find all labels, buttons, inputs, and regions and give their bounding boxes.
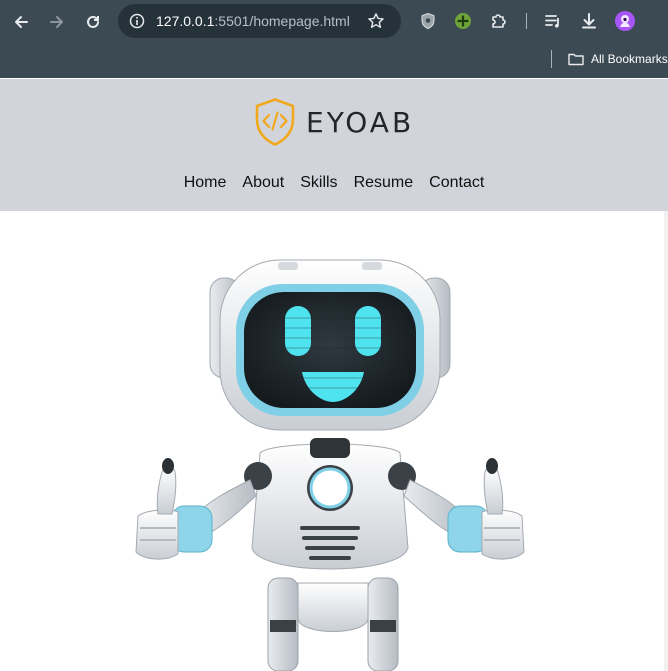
nav-resume[interactable]: Resume: [354, 174, 414, 192]
back-icon: [15, 16, 28, 28]
bookmark-star-icon[interactable]: [366, 11, 386, 31]
forward-icon: [50, 16, 63, 28]
site-header: EYOAB Home About Skills Resume Contact: [0, 79, 668, 211]
nav-contact[interactable]: Contact: [429, 174, 484, 192]
site-info-icon[interactable]: [127, 11, 147, 31]
nav-skills[interactable]: Skills: [300, 174, 337, 192]
nav-about[interactable]: About: [242, 174, 284, 192]
shield-extension-icon[interactable]: [415, 8, 441, 34]
url-host: 127.0.0.1: [156, 13, 215, 29]
all-bookmarks-label: All Bookmarks: [591, 52, 668, 66]
back-button[interactable]: [7, 8, 35, 36]
profile-avatar-icon[interactable]: [612, 8, 638, 34]
bookmarks-divider: [551, 50, 552, 68]
folder-icon: [568, 53, 584, 66]
url-text[interactable]: 127.0.0.1:5501/homepage.html: [156, 13, 350, 29]
reading-list-icon[interactable]: [540, 8, 566, 34]
code-shield-logo-icon: [255, 98, 295, 146]
site-logo[interactable]: EYOAB: [252, 97, 414, 147]
main-nav: Home About Skills Resume Contact: [0, 174, 668, 192]
download-icon[interactable]: [576, 8, 602, 34]
logo-text: EYOAB: [306, 105, 415, 139]
page-scrollbar[interactable]: [664, 211, 668, 671]
green-plus-extension-icon[interactable]: [450, 8, 476, 34]
all-bookmarks-button[interactable]: All Bookmarks: [568, 50, 668, 68]
browser-toolbar: 127.0.0.1:5501/homepage.html: [0, 0, 668, 44]
toolbar-divider: [526, 13, 527, 29]
reload-icon: [87, 15, 99, 28]
nav-home[interactable]: Home: [184, 174, 227, 192]
extensions-puzzle-icon[interactable]: [486, 8, 512, 34]
robot-hero-image: [135, 259, 525, 671]
reload-button[interactable]: [79, 8, 107, 36]
address-bar[interactable]: 127.0.0.1:5501/homepage.html: [118, 4, 401, 38]
url-path: :5501/homepage.html: [214, 13, 350, 29]
forward-button[interactable]: [43, 8, 71, 36]
